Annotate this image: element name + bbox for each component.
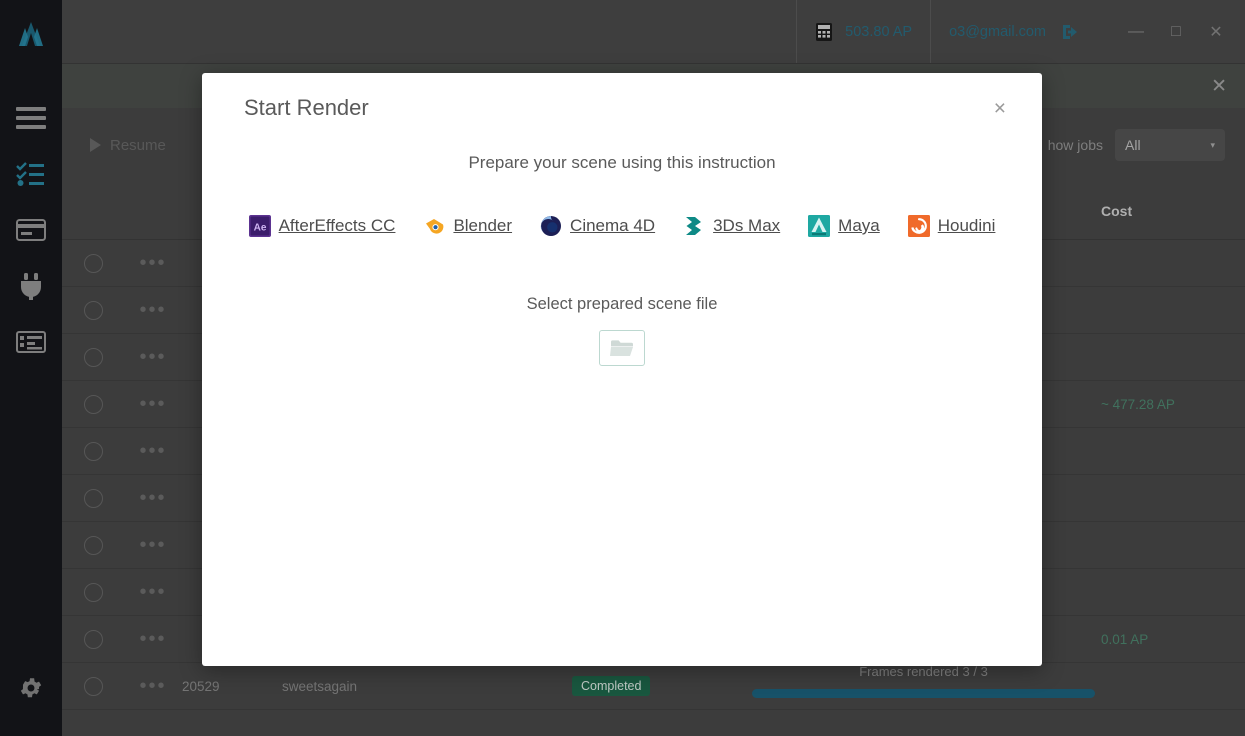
app-link-label: AfterEffects CC [278, 216, 396, 235]
application-window: 503.80 AP o3@gmail.com — □ ✕ ✕ Resume ho… [0, 0, 1245, 736]
app-link-label: Cinema 4D [570, 216, 656, 235]
app-link-houdini[interactable]: Houdini [907, 215, 996, 237]
select-scene-label: Select prepared scene file [526, 295, 718, 313]
app-link-cinema4d[interactable]: Cinema 4D [540, 215, 655, 237]
app-link-3dsmax[interactable]: 3Ds Max [683, 215, 780, 237]
app-link-blender[interactable]: Blender [423, 215, 512, 237]
blender-icon [426, 219, 444, 234]
aftereffects-icon: Ae [248, 215, 271, 237]
select-scene-file-button[interactable] [599, 330, 645, 366]
app-instruction-links: Ae AfterEffects CC Blender Cinema 4D 3Ds… [202, 215, 1042, 237]
dialog-title: Start Render [244, 95, 369, 120]
dialog-close-icon[interactable]: × [988, 94, 1012, 123]
app-link-label: Maya [838, 216, 880, 235]
start-render-dialog: Start Render × Prepare your scene using … [202, 73, 1042, 666]
app-link-label: 3Ds Max [713, 216, 781, 235]
app-link-label: Blender [453, 216, 513, 235]
dialog-subtitle: Prepare your scene using this instructio… [468, 153, 776, 172]
3dsmax-icon [686, 217, 702, 235]
app-link-maya[interactable]: Maya [808, 215, 880, 237]
app-link-aftereffects[interactable]: Ae AfterEffects CC [248, 215, 396, 237]
cinema4d-icon [540, 216, 562, 236]
svg-text:Ae: Ae [253, 222, 266, 233]
folder-icon [610, 339, 633, 356]
maya-icon [808, 215, 831, 237]
app-link-label: Houdini [937, 216, 996, 235]
houdini-icon [907, 215, 930, 237]
dialog-header: Start Render × [202, 73, 1042, 143]
